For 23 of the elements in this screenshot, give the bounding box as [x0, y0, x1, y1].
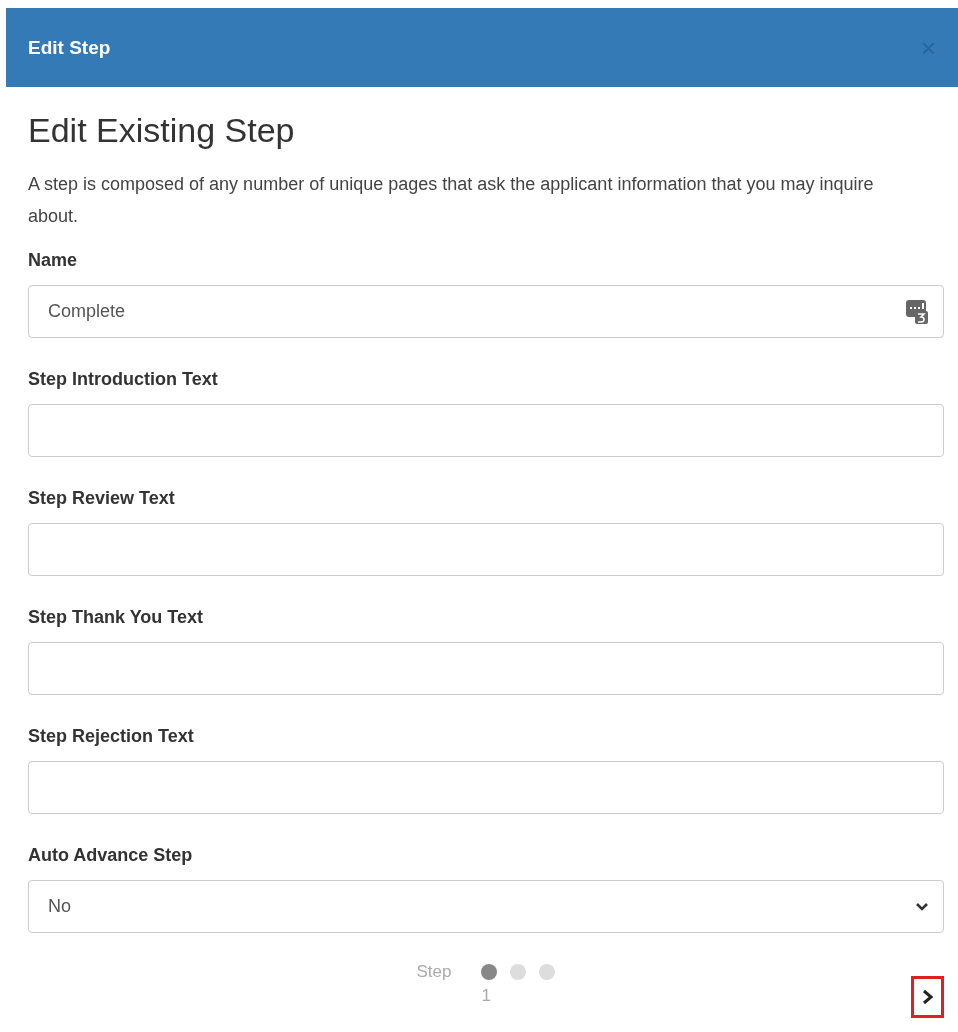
step-dot[interactable] — [510, 964, 527, 980]
chevron-right-icon — [921, 989, 934, 1005]
description: A step is composed of any number of unique pages that ask the applicant information that you may inquire about. — [28, 173, 875, 228]
step-dot[interactable] — [481, 964, 498, 980]
input-field[interactable] — [28, 523, 944, 576]
step-number: 1 — [481, 986, 492, 1006]
input-field[interactable] — [28, 642, 944, 695]
input-field[interactable] — [28, 761, 944, 814]
field-label: Step Thank You Text — [28, 607, 205, 628]
chevron-down-icon — [915, 901, 929, 912]
window-title: Edit Step — [28, 36, 111, 59]
field-label: Auto Advance Step — [28, 845, 194, 866]
heading: Edit Existing Step — [28, 111, 296, 150]
input-field[interactable]: Complete — [28, 285, 944, 338]
field-label: Step Rejection Text — [28, 726, 195, 747]
input-field[interactable] — [28, 404, 944, 457]
next-button[interactable] — [911, 976, 944, 1018]
field-label: Step Review Text — [28, 488, 176, 509]
field-label: Name — [28, 250, 79, 271]
step-label: Step — [416, 962, 452, 982]
field-label: Step Introduction Text — [28, 369, 219, 390]
select-field[interactable]: No — [28, 880, 944, 933]
step-dot[interactable] — [539, 964, 556, 980]
